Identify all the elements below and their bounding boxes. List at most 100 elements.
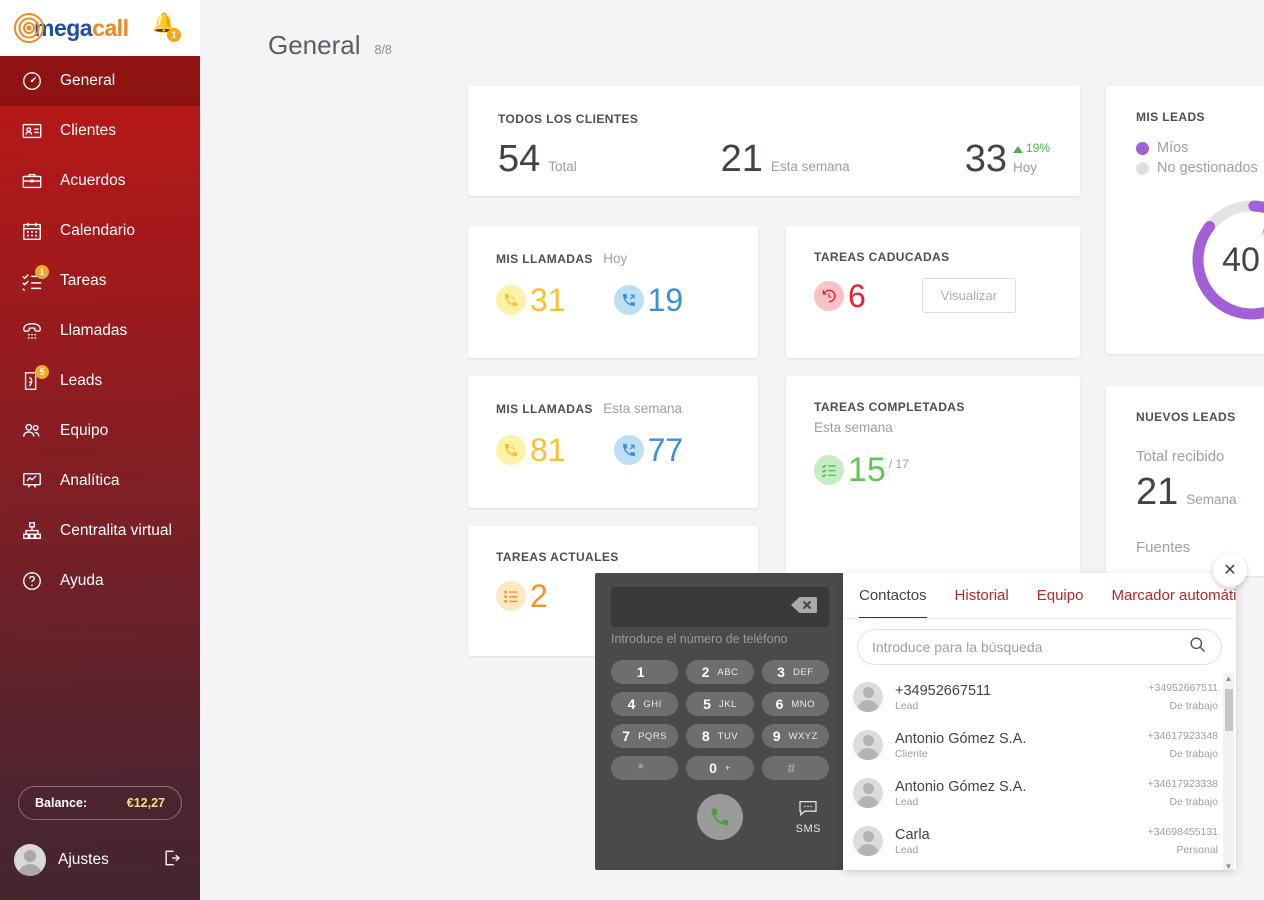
sidebar-badge: 1 xyxy=(35,265,49,279)
tab-historial[interactable]: Historial xyxy=(955,573,1009,618)
visualize-expired-button[interactable]: Visualizar xyxy=(921,278,1016,313)
settings-link[interactable]: Ajustes xyxy=(58,851,150,869)
tab-contactos[interactable]: Contactos xyxy=(859,573,927,618)
calls-week-stats: 81 77 xyxy=(496,434,732,466)
key-letters: MNO xyxy=(791,698,816,710)
sidebar-label: Acuerdos xyxy=(60,172,126,189)
list-item[interactable]: Carla Lead +34698455131 Personal xyxy=(843,817,1222,865)
contact-number: +34617923338 xyxy=(1147,778,1218,790)
scrollbar-thumb[interactable] xyxy=(1224,689,1233,731)
contact-right: +34952667511 De trabajo xyxy=(1148,682,1218,712)
dialer-hint: Introduce el número de teléfono xyxy=(611,632,788,646)
balance-label: Balance: xyxy=(35,796,88,810)
scroll-down-arrow-icon[interactable]: ▼ xyxy=(1225,863,1233,871)
contact-main: Carla Lead xyxy=(895,827,1136,856)
sidebar-item-llamadas[interactable]: Llamadas xyxy=(0,306,200,356)
sidebar-item-calendario[interactable]: Calendario xyxy=(0,206,200,256)
notifications-button[interactable]: 🔔 1 xyxy=(152,14,181,42)
contacts-search-box[interactable] xyxy=(857,629,1222,665)
contact-main: +34952667511 Lead xyxy=(895,683,1136,712)
card-title: MIS LEADS xyxy=(1136,110,1205,124)
key-letters: GHI xyxy=(643,698,662,710)
card-heading: MIS LLAMADAS Esta semana xyxy=(496,400,732,418)
avatar xyxy=(853,778,883,808)
briefcase-icon xyxy=(18,167,46,195)
incoming-count: 81 xyxy=(530,432,566,468)
phone-keypad-icon xyxy=(18,317,46,345)
sidebar-label: Leads xyxy=(60,372,103,389)
call-button[interactable] xyxy=(697,794,743,840)
key-4[interactable]: 4 GHI xyxy=(611,692,679,716)
gauge-icon xyxy=(18,67,46,95)
sources-label: Fuentes xyxy=(1136,539,1191,556)
sidebar-item-centralita-virtual[interactable]: Centralita virtual xyxy=(0,506,200,556)
tasks-completed-row: 15 / 17 xyxy=(814,453,1054,487)
key-star[interactable]: * xyxy=(611,756,679,780)
sidebar-item-analitica[interactable]: Analítica xyxy=(0,456,200,506)
key-6[interactable]: 6 MNO xyxy=(761,692,829,716)
card-title: TAREAS CADUCADAS xyxy=(814,250,950,264)
contact-number: +34698455131 xyxy=(1147,826,1218,838)
triangle-up-icon xyxy=(1012,146,1023,153)
logout-icon[interactable] xyxy=(162,848,182,873)
sidebar-item-acuerdos[interactable]: Acuerdos xyxy=(0,156,200,206)
list-item[interactable]: Antonio Gómez S.A. Lead +34617923338 De … xyxy=(843,769,1222,817)
key-8[interactable]: 8 TUV xyxy=(686,724,754,748)
contact-main: Antonio Gómez S.A. Cliente xyxy=(895,731,1136,760)
backspace-icon[interactable] xyxy=(791,596,817,619)
list-item[interactable]: +34952667511 Lead +34952667511 De trabaj… xyxy=(843,673,1222,721)
key-9[interactable]: 9 WXYZ xyxy=(761,724,829,748)
stat-label: Total xyxy=(548,159,577,174)
contacts-list[interactable]: +34952667511 Lead +34952667511 De trabaj… xyxy=(843,673,1236,870)
sms-button[interactable]: SMS xyxy=(796,800,821,835)
key-2[interactable]: 2 ABC xyxy=(686,660,754,684)
key-7[interactable]: 7 PQRS xyxy=(611,724,679,748)
current-tasks-list-icon xyxy=(496,580,526,611)
key-0[interactable]: 0 + xyxy=(686,756,754,780)
legend-item-mine: Míos xyxy=(1136,140,1264,156)
card-heading: MIS LLAMADAS Hoy xyxy=(496,250,732,268)
search-input[interactable] xyxy=(872,639,1188,655)
key-digit: 4 xyxy=(627,696,636,712)
sidebar-item-leads[interactable]: 5 Leads xyxy=(0,356,200,406)
close-icon: ✕ xyxy=(1223,562,1237,579)
sidebar-item-ayuda[interactable]: Ayuda xyxy=(0,556,200,606)
contact-right: +34617923348 De trabajo xyxy=(1148,730,1218,760)
sidebar-item-equipo[interactable]: Equipo xyxy=(0,406,200,456)
all-clients-stats: 54 Total 21 Esta semana 33 19% Hoy xyxy=(498,138,1050,178)
contact-number-label: Personal xyxy=(1176,844,1218,856)
user-row: Ajustes xyxy=(0,834,200,886)
close-dialer-button[interactable]: ✕ xyxy=(1213,553,1247,587)
sidebar-item-general[interactable]: General xyxy=(0,56,200,106)
donut-center-labels: 40 / 14 xyxy=(1188,196,1264,324)
tab-equipo[interactable]: Equipo xyxy=(1037,573,1084,618)
key-5[interactable]: 5 JKL xyxy=(686,692,754,716)
balance-amount: €12,27 xyxy=(126,796,165,810)
list-item[interactable]: Antonio Gómez S.A. Cliente +34617923348 … xyxy=(843,721,1222,769)
megacall-logo[interactable]: megacall xyxy=(14,13,129,43)
scroll-up-arrow-icon[interactable]: ▲ xyxy=(1225,675,1233,683)
logo-swirl-icon xyxy=(14,13,44,43)
card-all-clients: TODOS LOS CLIENTES 54 Total 21 Esta sema… xyxy=(468,86,1080,196)
key-hash[interactable]: # xyxy=(761,756,829,780)
key-digit: 2 xyxy=(701,664,710,680)
stat-label: Hoy xyxy=(1012,160,1037,175)
legend-item-unmanaged: No gestionados xyxy=(1136,160,1264,176)
key-1[interactable]: 1 xyxy=(611,660,679,684)
delta-value: 19% xyxy=(1025,141,1050,155)
contact-number-label: De trabajo xyxy=(1169,700,1218,712)
key-3[interactable]: 3 DEF xyxy=(761,660,829,684)
sidebar-item-tareas[interactable]: 1 Tareas xyxy=(0,256,200,306)
expired-count: 6 xyxy=(848,277,866,314)
avatar[interactable] xyxy=(14,844,46,876)
sms-icon xyxy=(799,800,817,817)
stat-today: 33 19% Hoy xyxy=(965,138,1050,178)
sidebar-label: Llamadas xyxy=(60,322,128,339)
search-icon[interactable] xyxy=(1188,635,1207,659)
dialer-display[interactable] xyxy=(611,587,829,627)
balance-pill[interactable]: Balance: €12,27 xyxy=(18,786,182,820)
contacts-scrollbar[interactable]: ▲ ▼ xyxy=(1223,673,1234,870)
contact-number: +34617923348 xyxy=(1147,730,1218,742)
stat-label: Esta semana xyxy=(770,159,850,174)
sidebar-item-clientes[interactable]: Clientes xyxy=(0,106,200,156)
